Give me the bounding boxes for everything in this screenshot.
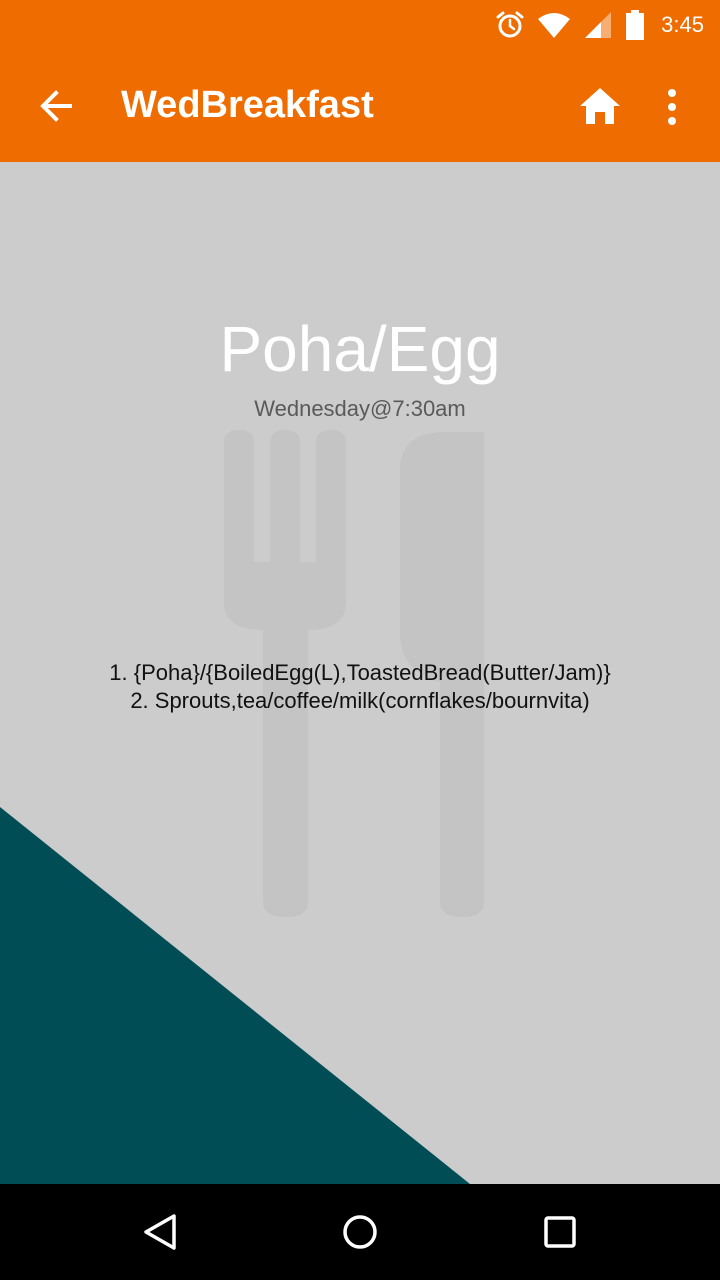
menu-item: 2. Sprouts,tea/coffee/milk(cornflakes/bo…	[130, 688, 590, 713]
meal-schedule: Wednesday@7:30am	[254, 396, 466, 421]
app-title: WedBreakfast	[121, 84, 374, 126]
status-icons: 3:45	[495, 8, 704, 42]
menu-item: 1. {Poha}/{BoiledEgg(L),ToastedBread(But…	[109, 660, 611, 685]
back-triangle-icon[interactable]	[140, 1212, 180, 1252]
app-bar: WedBreakfast	[0, 50, 720, 162]
menu-list: 1. {Poha}/{BoiledEgg(L),ToastedBread(But…	[0, 659, 720, 715]
home-circle-icon[interactable]	[340, 1212, 380, 1252]
more-vert-icon[interactable]	[660, 88, 684, 126]
back-arrow-icon[interactable]	[36, 86, 76, 126]
status-time: 3:45	[661, 12, 704, 37]
home-icon[interactable]	[578, 84, 622, 128]
wifi-icon	[538, 13, 571, 38]
signal-icon	[585, 12, 612, 38]
navigation-bar	[0, 1184, 720, 1280]
battery-icon	[626, 10, 645, 40]
recents-square-icon[interactable]	[540, 1212, 580, 1252]
status-bar: 3:45	[0, 0, 720, 50]
content-area: Poha/Egg Wednesday@7:30am 1. {Poha}/{Boi…	[0, 162, 720, 1184]
meal-title: Poha/Egg	[219, 313, 501, 385]
alarm-icon	[496, 11, 524, 38]
